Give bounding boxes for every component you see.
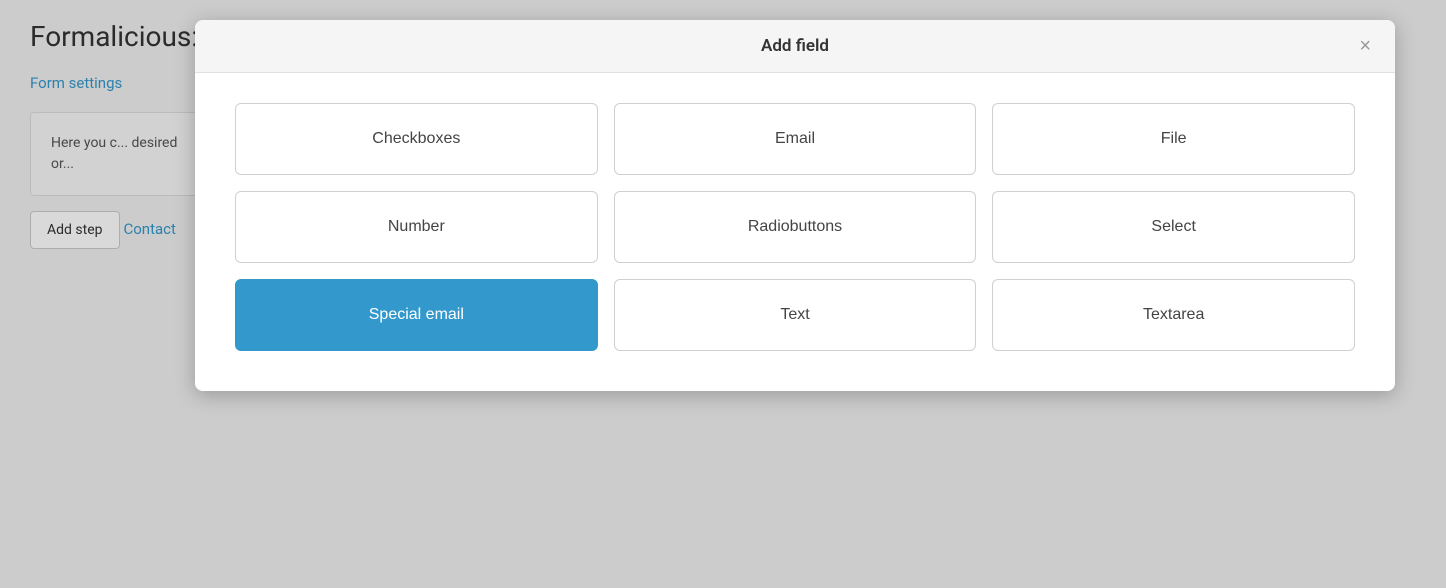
modal-header: Add field ×	[195, 20, 1395, 73]
add-field-modal: Add field × CheckboxesEmailFile NumberRad…	[195, 20, 1395, 391]
field-button-radiobuttons[interactable]: Radiobuttons	[614, 191, 977, 263]
field-button-checkboxes[interactable]: Checkboxes	[235, 103, 598, 175]
modal-close-button[interactable]: ×	[1353, 34, 1377, 58]
field-button-file[interactable]: File	[992, 103, 1355, 175]
field-button-text[interactable]: Text	[614, 279, 977, 351]
field-grid: CheckboxesEmailFile NumberRadiobuttonsSel…	[235, 103, 1355, 351]
field-button-textarea[interactable]: Textarea	[992, 279, 1355, 351]
field-button-select[interactable]: Select	[992, 191, 1355, 263]
modal-title: Add field	[761, 36, 829, 56]
field-button-special-email[interactable]: Special email	[235, 279, 598, 351]
field-button-number[interactable]: Number	[235, 191, 598, 263]
field-button-email[interactable]: Email	[614, 103, 977, 175]
modal-body: CheckboxesEmailFile NumberRadiobuttonsSel…	[195, 73, 1395, 391]
